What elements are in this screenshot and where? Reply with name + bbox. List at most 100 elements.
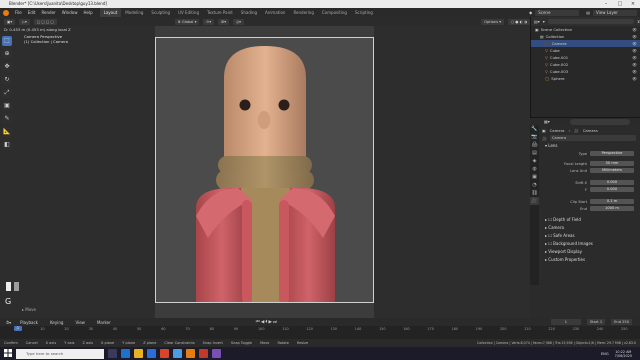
world-tab-icon[interactable]: ◍ bbox=[530, 165, 539, 173]
app-icon-4[interactable] bbox=[212, 349, 221, 358]
section-custom-properties[interactable]: ▸ Custom Properties bbox=[542, 256, 640, 264]
outliner-row[interactable]: ▽ Cube.002 👁 bbox=[531, 61, 640, 68]
proportional-button[interactable]: ◎▾ bbox=[233, 18, 244, 25]
edge-icon[interactable] bbox=[121, 349, 130, 358]
camera-data-name-field[interactable]: Camera bbox=[549, 135, 636, 141]
outliner-row[interactable]: ▽ Cube 👁 bbox=[531, 47, 640, 54]
task-view-icon[interactable] bbox=[108, 349, 117, 358]
snap-button[interactable]: ⊞▾ bbox=[218, 18, 230, 25]
playback-controls-icon[interactable]: ⏮◀⏴▶⏭ bbox=[256, 319, 278, 325]
outliner-search-input[interactable] bbox=[547, 19, 635, 24]
shift-y-field[interactable]: 0.000 bbox=[590, 186, 634, 193]
select-mode-icons[interactable]: ▢ ▢ ▢ ▢ bbox=[33, 18, 57, 25]
timeline-area[interactable]: 1 0 10 20 30 40 50 60 70 80 90 100 110 120 130 140 150 1… bbox=[0, 326, 640, 339]
app-icon-2[interactable] bbox=[173, 349, 182, 358]
tab-uv-editing[interactable]: UV Editing bbox=[174, 8, 203, 17]
scale-tool-icon[interactable]: ⤢ bbox=[2, 88, 12, 98]
outliner-row[interactable]: ▤ Collection 👁 bbox=[531, 33, 640, 40]
viewport-shading-buttons[interactable]: ○ ● ◐ ◑ bbox=[508, 18, 530, 25]
blender-logo-icon[interactable] bbox=[3, 9, 9, 16]
tab-texture-paint[interactable]: Texture Paint bbox=[203, 8, 237, 17]
section-safe-areas[interactable]: ▸ ☐ Safe Areas bbox=[542, 232, 640, 240]
section-depth-of-field[interactable]: ▸ ☐ Depth of Field bbox=[542, 216, 640, 224]
render-tab-icon[interactable]: 📷 bbox=[530, 133, 539, 141]
focal-length-field[interactable]: 50 mm bbox=[590, 160, 634, 167]
options-dropdown[interactable]: Options ▾ bbox=[481, 18, 505, 25]
eye-icon[interactable]: 👁 bbox=[632, 54, 637, 61]
outliner-display-mode-icon[interactable]: ▾ bbox=[543, 19, 545, 24]
current-frame-field[interactable]: 1 bbox=[550, 319, 581, 325]
app-icon-3[interactable] bbox=[199, 349, 208, 358]
maximize-button[interactable]: □ bbox=[614, 0, 626, 8]
clip-end-field[interactable]: 1000 m bbox=[590, 205, 634, 212]
object-tab-icon[interactable]: ▣ bbox=[530, 173, 539, 181]
eye-icon[interactable]: 👁 bbox=[632, 47, 637, 54]
select-box-tool-icon[interactable]: ⬚ bbox=[2, 36, 12, 46]
shift-x-field[interactable]: 0.000 bbox=[590, 179, 634, 186]
outliner-row[interactable]: ▽ Cube.001 👁 bbox=[531, 54, 640, 61]
camera-data-tab-icon[interactable]: 🎥 bbox=[530, 197, 539, 205]
menu-help[interactable]: Help bbox=[80, 8, 95, 17]
tab-modeling[interactable]: Modeling bbox=[121, 8, 147, 17]
lens-section-header[interactable]: ▾ Lens bbox=[542, 142, 640, 150]
blender-taskbar-icon[interactable] bbox=[186, 349, 195, 358]
editor-type-button[interactable]: ▣▾ bbox=[4, 18, 16, 25]
tab-sculpting[interactable]: Sculpting bbox=[147, 8, 174, 17]
start-frame-field[interactable]: Start 1 bbox=[586, 319, 606, 325]
windows-start-icon[interactable] bbox=[4, 349, 12, 357]
annotate-tool-icon[interactable]: ✎ bbox=[2, 114, 12, 124]
output-tab-icon[interactable]: 🖨 bbox=[530, 141, 539, 149]
transform-tool-icon[interactable]: ▣ bbox=[2, 101, 12, 111]
tab-compositing[interactable]: Compositing bbox=[318, 8, 351, 17]
mode-button[interactable]: ▷▾ bbox=[19, 18, 30, 25]
type-dropdown[interactable]: Perspective bbox=[590, 150, 634, 157]
tab-animation[interactable]: Animation bbox=[261, 8, 289, 17]
view-layer-tab-icon[interactable]: ▤ bbox=[530, 149, 539, 157]
end-frame-field[interactable]: End 250 bbox=[611, 319, 632, 325]
file-explorer-icon[interactable] bbox=[134, 349, 143, 358]
menu-file[interactable]: File bbox=[12, 8, 25, 17]
measure-tool-icon[interactable]: 📐 bbox=[2, 127, 12, 137]
outliner-editor-icon[interactable]: ▤▾ bbox=[534, 19, 540, 24]
language-indicator[interactable]: ENG bbox=[601, 352, 609, 356]
menu-window[interactable]: Window bbox=[59, 8, 81, 17]
scene-selector[interactable]: Scene bbox=[535, 9, 580, 16]
scene-tab-icon[interactable]: ◈ bbox=[530, 157, 539, 165]
menu-edit[interactable]: Edit bbox=[25, 8, 39, 17]
transform-orientation-dropdown[interactable]: ⊕ Global ▾ bbox=[174, 18, 200, 25]
eye-icon[interactable]: 👁 bbox=[632, 61, 637, 68]
eye-icon[interactable]: 👁 bbox=[632, 68, 637, 75]
timeline-editor-icon[interactable]: ⏱▾ bbox=[6, 320, 11, 325]
pivot-button[interactable]: ⊙▾ bbox=[203, 18, 215, 25]
tab-scripting[interactable]: Scripting bbox=[351, 8, 377, 17]
minimize-button[interactable]: – bbox=[600, 0, 612, 8]
rotate-tool-icon[interactable]: ↻ bbox=[2, 75, 12, 85]
tool-tab-icon[interactable]: 🔧 bbox=[530, 125, 539, 133]
section-camera[interactable]: ▸ Camera bbox=[542, 224, 640, 232]
physics-tab-icon[interactable]: ◔ bbox=[530, 181, 539, 189]
eye-icon[interactable]: 👁 bbox=[632, 75, 637, 82]
outliner-row[interactable]: ▽ Cube.003 👁 bbox=[531, 68, 640, 75]
eye-icon[interactable]: 👁 bbox=[632, 26, 637, 33]
outliner-row[interactable]: ▣ Scene Collection 👁 bbox=[531, 26, 640, 33]
cursor-tool-icon[interactable]: ⊕ bbox=[2, 49, 12, 59]
tab-shading[interactable]: Shading bbox=[237, 8, 261, 17]
clip-start-field[interactable]: 0.1 m bbox=[590, 198, 634, 205]
add-cube-tool-icon[interactable]: ◧ bbox=[2, 140, 12, 150]
tab-layout[interactable]: Layout bbox=[99, 8, 122, 17]
app-icon-1[interactable] bbox=[160, 349, 169, 358]
eye-icon[interactable]: 👁 bbox=[632, 40, 637, 47]
menu-render[interactable]: Render bbox=[38, 8, 58, 17]
outliner-row[interactable]: 🎥 Camera 👁 bbox=[531, 40, 640, 47]
outliner-row[interactable]: ◯ Sphere 👁 bbox=[531, 75, 640, 82]
store-icon[interactable] bbox=[147, 349, 156, 358]
view-layer-selector[interactable]: View Layer bbox=[593, 9, 637, 16]
eye-icon[interactable]: 👁 bbox=[632, 33, 637, 40]
constraints-tab-icon[interactable]: ⛓ bbox=[530, 189, 539, 197]
lens-unit-dropdown[interactable]: Millimeters bbox=[590, 167, 634, 174]
clock[interactable]: 10:22 AM 7/06/2020 bbox=[615, 350, 632, 358]
taskbar-search-input[interactable]: Type here to search bbox=[16, 348, 104, 359]
close-button[interactable]: × bbox=[627, 0, 639, 8]
section-background-images[interactable]: ▸ ☐ Background Images bbox=[542, 240, 640, 248]
tab-rendering[interactable]: Rendering bbox=[289, 8, 317, 17]
